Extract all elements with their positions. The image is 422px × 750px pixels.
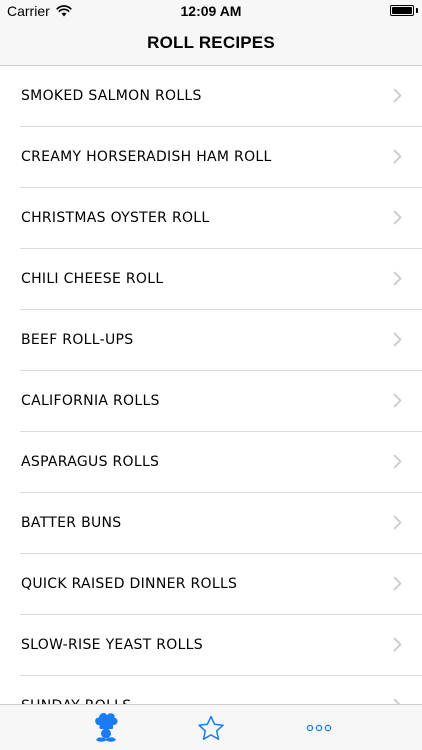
recipe-label: CHILI CHEESE ROLL [21,271,164,287]
chevron-right-icon [393,454,402,469]
recipe-label: BEEF ROLL-UPS [21,332,134,348]
list-item[interactable]: SMOKED SALMON ROLLS [0,66,422,127]
recipe-label: BATTER BUNS [21,515,122,531]
tab-recipes[interactable] [56,705,156,750]
battery-icon [390,5,414,16]
list-item[interactable]: SUNDAY ROLLS [0,676,422,704]
status-bar: Carrier 12:09 AM [0,0,422,22]
recipe-label: SLOW-RISE YEAST ROLLS [21,637,203,653]
list-item[interactable]: CHRISTMAS OYSTER ROLL [0,188,422,249]
recipe-list[interactable]: SMOKED SALMON ROLLS CREAMY HORSERADISH HA… [0,66,422,704]
chevron-right-icon [393,637,402,652]
list-item[interactable]: BEEF ROLL-UPS [0,310,422,371]
chevron-right-icon [393,149,402,164]
list-item[interactable]: CHILI CHEESE ROLL [0,249,422,310]
chevron-right-icon [393,88,402,103]
app-screen: Carrier 12:09 AM ROLL RECIPES SMOKED SAL… [0,0,422,750]
tab-bar [0,704,422,750]
more-icon [306,724,332,732]
chevron-right-icon [393,515,402,530]
list-item[interactable]: SLOW-RISE YEAST ROLLS [0,615,422,676]
chevron-right-icon [393,210,402,225]
chevron-right-icon [393,332,402,347]
recipe-label: CHRISTMAS OYSTER ROLL [21,210,210,226]
battery-tip [416,8,418,13]
tab-more[interactable] [269,705,369,750]
tab-favorites[interactable] [161,705,261,750]
list-item[interactable]: QUICK RAISED DINNER ROLLS [0,554,422,615]
star-icon [198,715,224,740]
list-item[interactable]: CALIFORNIA ROLLS [0,371,422,432]
status-time: 12:09 AM [180,3,242,19]
chevron-right-icon [393,393,402,408]
recipe-label: SMOKED SALMON ROLLS [21,88,202,104]
list-item[interactable]: CREAMY HORSERADISH HAM ROLL [0,127,422,188]
battery-fill [392,7,412,14]
chef-icon [95,713,118,742]
page-title: ROLL RECIPES [147,33,275,52]
recipe-label: CREAMY HORSERADISH HAM ROLL [21,149,272,165]
recipe-label: CALIFORNIA ROLLS [21,393,160,409]
recipe-label: ASPARAGUS ROLLS [21,454,160,470]
recipe-label: QUICK RAISED DINNER ROLLS [21,576,238,592]
chevron-right-icon [393,271,402,286]
list-item[interactable]: BATTER BUNS [0,493,422,554]
nav-bar: ROLL RECIPES [0,22,422,66]
list-item[interactable]: ASPARAGUS ROLLS [0,432,422,493]
chevron-right-icon [393,576,402,591]
